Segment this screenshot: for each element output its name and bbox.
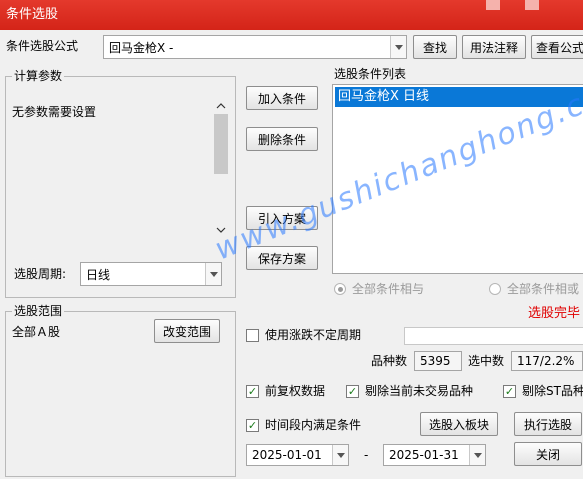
chevron-down-icon[interactable] — [390, 36, 406, 58]
delete-condition-button[interactable]: 删除条件 — [246, 127, 318, 151]
view-formula-button[interactable]: 查看公式 — [531, 35, 583, 59]
window-control-icon[interactable] — [525, 0, 539, 10]
chevron-down-icon[interactable] — [332, 445, 348, 465]
scope-group-label: 选股范围 — [12, 304, 65, 318]
restore-rights-checkbox[interactable]: ✓ — [246, 385, 259, 398]
params-message: 无参数需要设置 — [12, 105, 97, 119]
status-text: 选股完毕 — [528, 306, 581, 321]
count-value: 5395 — [414, 351, 462, 371]
window-control-icon[interactable] — [486, 0, 500, 10]
exclude-st-checkbox[interactable]: ✓ — [503, 385, 516, 398]
formula-select[interactable]: 回马金枪X - — [103, 35, 407, 59]
time-range-label: 时间段内满足条件 — [265, 418, 362, 432]
uncertain-period-checkbox[interactable] — [246, 329, 259, 342]
conditions-list-label: 选股条件列表 — [334, 67, 407, 81]
time-range-checkbox[interactable]: ✓ — [246, 419, 259, 432]
scope-value: 全部Ａ股 — [12, 325, 61, 339]
syntax-button[interactable]: 用法注释 — [462, 35, 526, 59]
chevron-up-icon[interactable] — [216, 98, 226, 112]
list-item[interactable]: 回马金枪X 日线 — [335, 87, 583, 107]
uncertain-period-label: 使用涨跌不定周期 — [265, 328, 362, 342]
formula-value: 回马金枪X - — [109, 40, 174, 55]
restore-rights-label: 前复权数据 — [265, 384, 326, 398]
radio-and-label: 全部条件相与 — [352, 282, 425, 296]
formula-label: 条件选股公式 — [6, 39, 79, 53]
radio-or-label: 全部条件相或 — [507, 282, 580, 296]
save-plan-button[interactable]: 保存方案 — [246, 246, 318, 270]
find-button[interactable]: 查找 — [413, 35, 457, 59]
window-title: 条件选股 — [6, 7, 59, 22]
start-date-picker[interactable]: 2025-01-01 — [246, 444, 349, 466]
execute-button[interactable]: 执行选股 — [514, 412, 582, 436]
exclude-st-label: 剔除ST品种 — [522, 384, 583, 398]
period-days-input[interactable] — [404, 327, 583, 345]
end-date-value: 2025-01-31 — [389, 448, 459, 462]
conditions-list[interactable]: 回马金枪X 日线 — [332, 84, 583, 274]
selected-value: 117/2.2% — [511, 351, 583, 371]
selected-label: 选中数 — [468, 354, 505, 368]
chevron-down-icon[interactable] — [469, 445, 485, 465]
period-select[interactable]: 日线 — [80, 262, 222, 286]
import-plan-button[interactable]: 引入方案 — [246, 206, 318, 230]
period-value: 日线 — [86, 267, 111, 282]
radio-or[interactable] — [489, 283, 501, 295]
to-block-button[interactable]: 选股入板块 — [420, 412, 498, 436]
params-scrollbar[interactable] — [213, 94, 229, 234]
scrollbar-thumb[interactable] — [214, 114, 228, 174]
list-item-label: 回马金枪X 日线 — [338, 89, 430, 104]
params-group-label: 计算参数 — [12, 69, 65, 83]
change-scope-button[interactable]: 改变范围 — [154, 319, 220, 343]
add-condition-button[interactable]: 加入条件 — [246, 86, 318, 110]
close-button[interactable]: 关闭 — [514, 442, 582, 466]
exclude-untraded-checkbox[interactable]: ✓ — [346, 385, 359, 398]
date-separator: - — [364, 448, 369, 462]
radio-and[interactable] — [334, 283, 346, 295]
chevron-down-icon[interactable] — [216, 222, 226, 236]
count-label: 品种数 — [371, 354, 408, 368]
chevron-down-icon[interactable] — [205, 263, 221, 285]
period-label: 选股周期: — [14, 267, 67, 281]
end-date-picker[interactable]: 2025-01-31 — [383, 444, 486, 466]
exclude-untraded-label: 剔除当前未交易品种 — [365, 384, 474, 398]
start-date-value: 2025-01-01 — [252, 448, 322, 462]
